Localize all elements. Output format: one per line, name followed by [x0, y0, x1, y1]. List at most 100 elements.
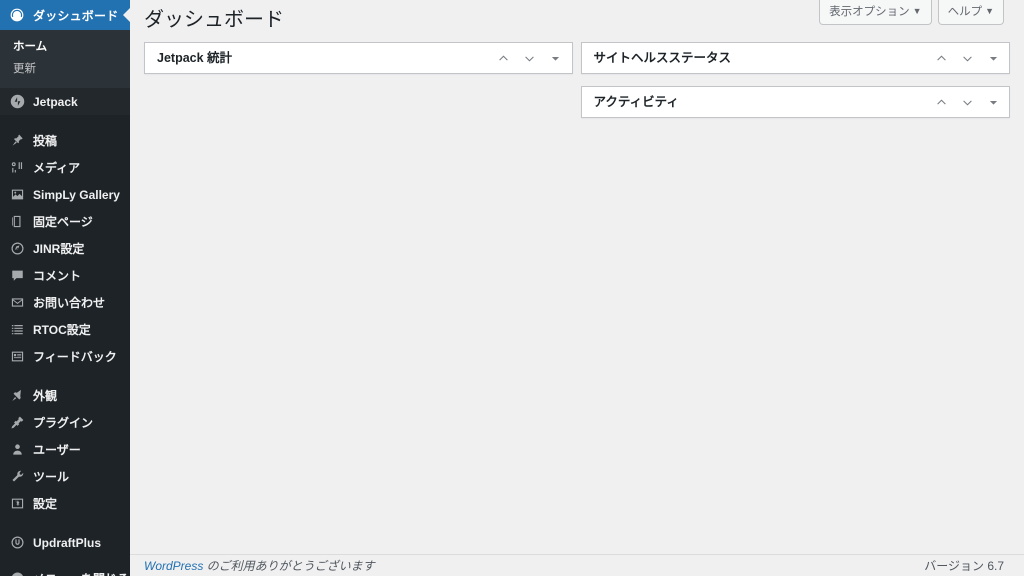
widget-jetpack-stats: Jetpack 統計 [144, 42, 573, 74]
footer-thanks-text: のご利用ありがとうございます [203, 559, 375, 573]
toggle-panel-icon[interactable] [981, 89, 1005, 115]
sidebar-item-rtoc-settings[interactable]: RTOC設定 [0, 316, 130, 343]
chevron-down-icon: ▼ [912, 6, 922, 16]
widget-title: サイトヘルスステータス [593, 51, 732, 65]
sidebar-item-users[interactable]: ユーザー [0, 436, 130, 463]
sidebar-item-rtoc-settings-label: RTOC設定 [33, 323, 91, 337]
sidebar-item-jinr-settings[interactable]: JINR設定 [0, 235, 130, 262]
comment-icon [9, 268, 25, 284]
jinr-icon [9, 241, 25, 257]
sidebar-item-tools[interactable]: ツール [0, 463, 130, 490]
screen-options-label: 表示オプション [829, 6, 910, 18]
sidebar-item-media-label: メディア [33, 161, 81, 175]
sidebar-item-jetpack[interactable]: Jetpack [0, 88, 130, 115]
admin-content-area: 表示オプション ▼ ヘルプ ▼ ダッシュボード Jetpack 統計 サイトヘル… [130, 0, 1024, 576]
sidebar-item-dashboard-label: ダッシュボード [33, 8, 119, 23]
sidebar-item-comments[interactable]: コメント [0, 262, 130, 289]
settings-icon [9, 496, 25, 512]
dashboard-icon [9, 7, 25, 23]
pin-icon [9, 133, 25, 149]
collapse-menu-label: メニューを閉じる [33, 570, 129, 576]
dashboard-widgets-container: Jetpack 統計 サイトヘルスステータス アクティビティ [130, 42, 1024, 130]
sidebar-item-updraftplus-label: UpdraftPlus [33, 535, 102, 550]
wordpress-link[interactable]: WordPress [144, 559, 203, 573]
jetpack-icon [9, 94, 25, 110]
sidebar-item-pages[interactable]: 固定ページ [0, 208, 130, 235]
page-icon [9, 214, 25, 230]
sidebar-item-settings-label: 設定 [33, 497, 58, 511]
appearance-icon [9, 388, 25, 404]
sidebar-item-simply-gallery-label: SimpLy Gallery [33, 187, 120, 202]
wp-admin-screen: ダッシュボード ホーム 更新 Jetpack 投稿 メディア SimpLy Ga… [0, 0, 1024, 576]
sidebar-item-plugins-label: プラグイン [33, 416, 94, 430]
admin-footer: WordPress のご利用ありがとうございます バージョン 6.7 [130, 554, 1024, 576]
image-icon [9, 187, 25, 203]
users-icon [9, 442, 25, 458]
dashboard-column-left: Jetpack 統計 [144, 42, 573, 130]
sidebar-item-media[interactable]: メディア [0, 154, 130, 181]
move-up-icon[interactable] [929, 45, 953, 71]
sidebar-item-appearance-label: 外観 [33, 389, 58, 403]
sidebar-subitem-home[interactable]: ホーム [0, 36, 130, 58]
sidebar-item-appearance[interactable]: 外観 [0, 382, 130, 409]
sidebar-item-contact-label: お問い合わせ [33, 296, 106, 310]
sidebar-item-tools-label: ツール [33, 470, 70, 484]
move-up-icon[interactable] [492, 45, 516, 71]
sidebar-item-feedback-label: フィードバック [33, 350, 117, 364]
admin-sidebar-menu: ダッシュボード ホーム 更新 Jetpack 投稿 メディア SimpLy Ga… [0, 0, 130, 576]
dashboard-submenu: ホーム 更新 [0, 30, 130, 88]
collapse-menu-button[interactable]: メニューを閉じる [0, 565, 130, 576]
sidebar-item-comments-label: コメント [33, 269, 82, 283]
widget-activity: アクティビティ [580, 86, 1010, 118]
move-up-icon[interactable] [929, 89, 953, 115]
plugin-icon [9, 415, 25, 431]
screen-options-button[interactable]: 表示オプション ▼ [819, 0, 932, 25]
widget-header[interactable]: アクティビティ [582, 87, 1009, 117]
footer-version: バージョン 6.7 [924, 559, 1004, 573]
widget-handle-actions [929, 89, 1005, 115]
sidebar-item-plugins[interactable]: プラグイン [0, 409, 130, 436]
sidebar-item-contact[interactable]: お問い合わせ [0, 289, 130, 316]
collapse-left-icon [9, 571, 25, 576]
toggle-panel-icon[interactable] [544, 45, 568, 71]
sidebar-item-posts-label: 投稿 [33, 134, 58, 148]
toggle-panel-icon[interactable] [981, 45, 1005, 71]
menu-separator [0, 370, 130, 382]
widget-title: Jetpack 統計 [157, 51, 233, 65]
widget-handle-actions [929, 45, 1005, 71]
updraft-icon [9, 535, 25, 551]
menu-separator [0, 556, 130, 565]
mail-icon [9, 295, 25, 311]
help-button[interactable]: ヘルプ ▼ [937, 0, 1004, 25]
widget-header[interactable]: サイトヘルスステータス [582, 43, 1009, 73]
sidebar-item-jinr-settings-label: JINR設定 [33, 242, 85, 256]
screen-meta-links: 表示オプション ▼ ヘルプ ▼ [819, 0, 1004, 25]
menu-separator [0, 115, 130, 127]
sidebar-item-simply-gallery[interactable]: SimpLy Gallery [0, 181, 130, 208]
widget-site-health-status: サイトヘルスステータス [580, 42, 1010, 74]
sidebar-item-settings[interactable]: 設定 [0, 490, 130, 517]
current-menu-arrow [123, 7, 130, 23]
move-down-icon[interactable] [955, 45, 979, 71]
sidebar-item-dashboard[interactable]: ダッシュボード [0, 0, 130, 30]
widget-handle-actions [492, 45, 568, 71]
menu-separator [0, 517, 130, 529]
widget-header[interactable]: Jetpack 統計 [145, 43, 572, 73]
media-icon [9, 160, 25, 176]
move-down-icon[interactable] [518, 45, 542, 71]
sidebar-item-feedback[interactable]: フィードバック [0, 343, 130, 370]
tools-icon [9, 469, 25, 485]
widget-title: アクティビティ [593, 95, 679, 109]
sidebar-item-pages-label: 固定ページ [33, 215, 93, 229]
footer-thankyou: WordPress のご利用ありがとうございます [144, 557, 924, 574]
move-down-icon[interactable] [955, 89, 979, 115]
help-label: ヘルプ [947, 6, 983, 18]
sidebar-item-jetpack-label: Jetpack [33, 94, 78, 109]
sidebar-subitem-updates[interactable]: 更新 [0, 58, 130, 80]
chevron-down-icon: ▼ [985, 6, 994, 16]
list-icon [9, 322, 25, 338]
sidebar-item-updraftplus[interactable]: UpdraftPlus [0, 529, 130, 556]
sidebar-item-posts[interactable]: 投稿 [0, 127, 130, 154]
sidebar-item-users-label: ユーザー [33, 443, 81, 457]
feedback-icon [9, 349, 25, 365]
